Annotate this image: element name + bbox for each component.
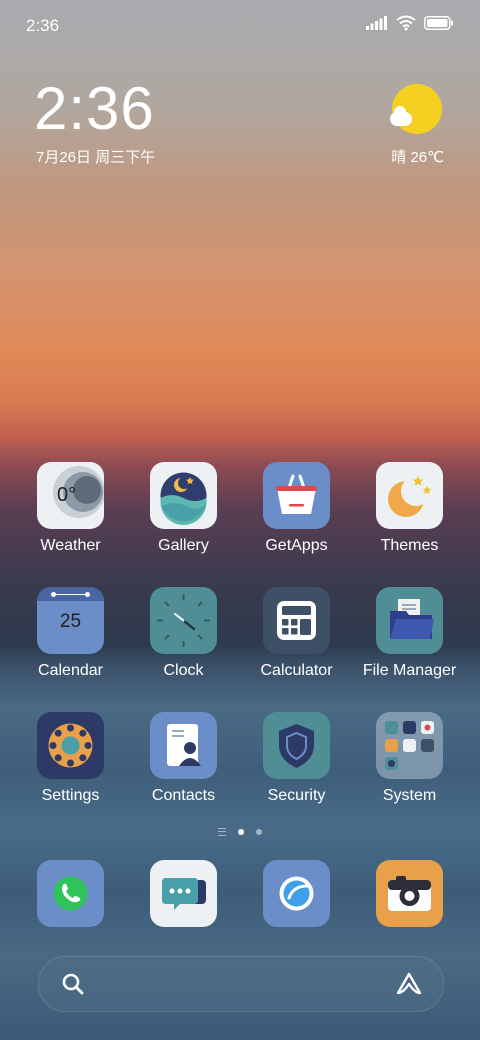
calculator-icon: [263, 587, 330, 654]
search-bar[interactable]: [38, 956, 444, 1012]
app-gallery[interactable]: Gallery: [127, 462, 240, 555]
page-indicator-dot-active[interactable]: [238, 829, 244, 835]
cloud-shape: [390, 106, 412, 126]
app-label: Settings: [41, 787, 100, 804]
app-label: Calculator: [260, 662, 333, 679]
search-icon[interactable]: [61, 972, 85, 996]
app-contacts[interactable]: Contacts: [127, 712, 240, 805]
dock-phone[interactable]: [14, 860, 127, 927]
phone-icon: [37, 860, 104, 927]
getapps-icon: [263, 462, 330, 529]
weather-widget[interactable]: 晴 26℃: [354, 82, 444, 172]
app-weather[interactable]: 0° Weather: [14, 462, 127, 555]
system-folder-icon: [376, 712, 443, 779]
app-system-folder[interactable]: System: [353, 712, 466, 805]
app-calculator[interactable]: Calculator: [240, 587, 353, 680]
dock-browser[interactable]: [240, 860, 353, 927]
clock-widget-time[interactable]: 2:36: [34, 74, 155, 144]
status-bar: 2:36: [0, 0, 480, 50]
wifi-icon: [396, 15, 416, 31]
weather-icon: 0°: [37, 462, 104, 529]
clock-widget-date[interactable]: 7月26日 周三下午: [36, 146, 155, 167]
app-security[interactable]: Security: [240, 712, 353, 805]
app-label: Contacts: [151, 787, 216, 804]
settings-icon: [37, 712, 104, 779]
calendar-icon: 25: [37, 587, 104, 654]
security-icon: [263, 712, 330, 779]
file-manager-icon: [376, 587, 443, 654]
camera-icon: [376, 860, 443, 927]
signal-icon: [366, 16, 387, 30]
themes-icon: [376, 462, 443, 529]
app-label: Themes: [380, 537, 439, 554]
app-label: Gallery: [158, 537, 209, 554]
app-settings[interactable]: Settings: [14, 712, 127, 805]
status-time: 2:36: [26, 16, 60, 35]
app-clock[interactable]: Clock: [127, 587, 240, 680]
gallery-icon: [150, 462, 217, 529]
dock-camera[interactable]: [353, 860, 466, 927]
app-label: Security: [267, 787, 326, 804]
app-file-manager[interactable]: File Manager: [353, 587, 466, 680]
app-label: Calendar: [38, 662, 103, 679]
app-label: GetApps: [265, 537, 328, 554]
page-indicator: [0, 828, 480, 836]
weather-widget-text: 晴 26℃: [391, 149, 444, 166]
app-getapps[interactable]: GetApps: [240, 462, 353, 555]
battery-icon: [424, 16, 453, 30]
app-label: Clock: [163, 662, 204, 679]
app-label: System: [382, 787, 437, 804]
status-icons: [366, 15, 454, 31]
app-label: Weather: [40, 537, 101, 554]
messages-icon: [150, 860, 217, 927]
page-indicator-menu[interactable]: [218, 828, 226, 836]
weather-icon-text: 0°: [57, 484, 77, 506]
app-label: File Manager: [362, 662, 457, 679]
calendar-day: 25: [59, 611, 82, 632]
page-indicator-dot[interactable]: [256, 829, 262, 835]
clock-icon: [150, 587, 217, 654]
dock-messages[interactable]: [127, 860, 240, 927]
assistant-icon[interactable]: [395, 971, 423, 997]
contacts-icon: [150, 712, 217, 779]
app-calendar[interactable]: 25 Calendar: [14, 587, 127, 680]
browser-icon: [263, 860, 330, 927]
app-themes[interactable]: Themes: [353, 462, 466, 555]
